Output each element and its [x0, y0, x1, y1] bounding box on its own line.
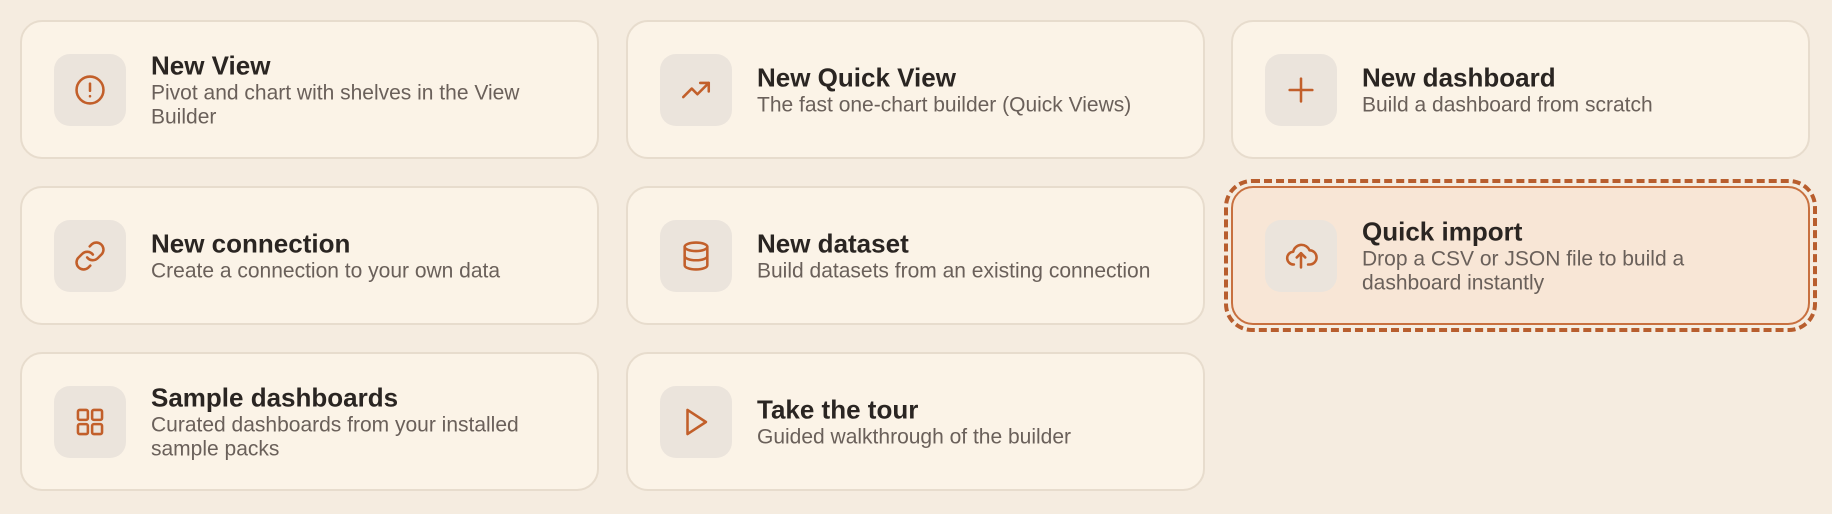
- card-title: New View: [151, 50, 271, 80]
- card-title: New dataset: [757, 228, 909, 258]
- grid-icon: [54, 385, 126, 458]
- alert-circle-icon: [54, 53, 126, 126]
- new-view-card[interactable]: New View Pivot and chart with shelves in…: [20, 20, 599, 159]
- take-the-tour-card[interactable]: Take the tour Guided walkthrough of the …: [626, 352, 1205, 491]
- plus-icon: [1265, 53, 1337, 126]
- card-description: Create a connection to your own data: [151, 259, 501, 282]
- card-title: New connection: [151, 228, 351, 258]
- card-title: New dashboard: [1362, 62, 1556, 92]
- card-title: Sample dashboards: [151, 382, 399, 412]
- card-description: Build datasets from an existing connecti…: [757, 259, 1151, 282]
- card-description: Drop a CSV or JSON file to build a dashb…: [1362, 247, 1685, 294]
- link-icon: [54, 219, 126, 292]
- card-title: New Quick View: [757, 62, 956, 92]
- card-description: Pivot and chart with shelves in the View…: [151, 81, 520, 128]
- new-dashboard-card[interactable]: New dashboard Build a dashboard from scr…: [1231, 20, 1810, 159]
- database-icon: [660, 219, 732, 292]
- cloud-upload-icon: [1265, 219, 1337, 292]
- trending-up-icon: [660, 53, 732, 126]
- new-connection-card[interactable]: New connection Create a connection to yo…: [20, 186, 599, 325]
- new-dataset-card[interactable]: New dataset Build datasets from an exist…: [626, 186, 1205, 325]
- card-title: Take the tour: [757, 394, 919, 424]
- card-description: Build a dashboard from scratch: [1362, 93, 1653, 116]
- quick-import-card[interactable]: Quick import Drop a CSV or JSON file to …: [1224, 179, 1817, 332]
- card-description: Guided walkthrough of the builder: [757, 425, 1072, 448]
- quick-actions-grid: New View Pivot and chart with shelves in…: [0, 0, 1832, 514]
- sample-dashboards-card[interactable]: Sample dashboards Curated dashboards fro…: [20, 352, 599, 491]
- play-icon: [660, 385, 732, 458]
- card-description: The fast one-chart builder (Quick Views): [757, 93, 1132, 116]
- card-description: Curated dashboards from your installed s…: [151, 413, 519, 460]
- new-quick-view-card[interactable]: New Quick View The fast one-chart builde…: [626, 20, 1205, 159]
- card-title: Quick import: [1362, 216, 1523, 246]
